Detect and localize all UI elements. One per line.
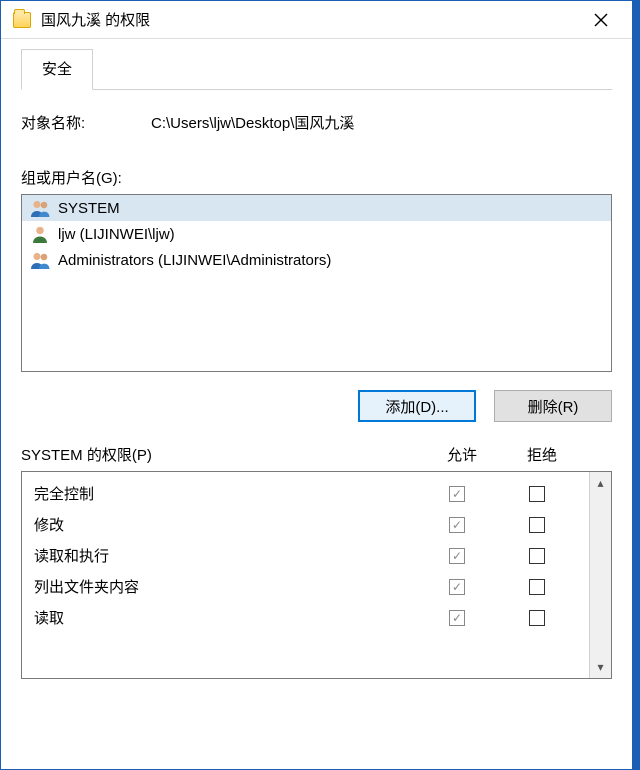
add-button[interactable]: 添加(D)... bbox=[358, 390, 476, 422]
deny-cell bbox=[497, 517, 577, 533]
permission-row: 读取和执行 bbox=[22, 540, 589, 571]
object-name-row: 对象名称: C:\Users\ljw\Desktop\国风九溪 bbox=[21, 112, 612, 133]
groups-listbox[interactable]: SYSTEM ljw (LIJINWEI\ljw) Administrators (… bbox=[21, 194, 612, 372]
permission-row: 完全控制 bbox=[22, 478, 589, 509]
allow-checkbox[interactable] bbox=[449, 610, 465, 626]
permissions-scrollbar[interactable]: ▴ ▾ bbox=[589, 472, 611, 678]
permission-row: 修改 bbox=[22, 509, 589, 540]
permission-name: 修改 bbox=[34, 514, 417, 535]
deny-checkbox[interactable] bbox=[529, 517, 545, 533]
window-title: 国风九溪 的权限 bbox=[41, 9, 150, 30]
deny-cell bbox=[497, 610, 577, 626]
allow-cell bbox=[417, 517, 497, 533]
allow-checkbox[interactable] bbox=[449, 486, 465, 502]
permissions-dialog: 国风九溪 的权限 安全 对象名称: C:\Users\ljw\Desktop\国… bbox=[0, 0, 640, 770]
column-deny: 拒绝 bbox=[502, 444, 582, 465]
deny-checkbox[interactable] bbox=[529, 610, 545, 626]
permission-name: 读取 bbox=[34, 607, 417, 628]
deny-checkbox[interactable] bbox=[529, 579, 545, 595]
scrollbar-track[interactable] bbox=[590, 494, 611, 656]
permission-name: 列出文件夹内容 bbox=[34, 576, 417, 597]
list-item[interactable]: Administrators (LIJINWEI\Administrators) bbox=[22, 247, 611, 273]
permissions-rows: 完全控制修改读取和执行列出文件夹内容读取 bbox=[22, 472, 589, 678]
allow-checkbox[interactable] bbox=[449, 548, 465, 564]
user-icon bbox=[30, 225, 50, 243]
column-allow: 允许 bbox=[422, 444, 502, 465]
list-item[interactable]: SYSTEM bbox=[22, 195, 611, 221]
list-item-label: SYSTEM bbox=[58, 200, 120, 217]
allow-checkbox[interactable] bbox=[449, 517, 465, 533]
object-name-label: 对象名称: bbox=[21, 112, 151, 133]
object-name-value: C:\Users\ljw\Desktop\国风九溪 bbox=[151, 112, 612, 133]
list-item[interactable]: ljw (LIJINWEI\ljw) bbox=[22, 221, 611, 247]
tab-security[interactable]: 安全 bbox=[21, 49, 93, 90]
deny-checkbox[interactable] bbox=[529, 548, 545, 564]
permissions-title: SYSTEM 的权限(P) bbox=[21, 444, 422, 465]
groups-label: 组或用户名(G): bbox=[21, 167, 612, 188]
scroll-down-icon[interactable]: ▾ bbox=[590, 656, 611, 678]
group-icon bbox=[30, 199, 50, 217]
permissions-header: SYSTEM 的权限(P) 允许 拒绝 bbox=[21, 444, 612, 465]
deny-cell bbox=[497, 486, 577, 502]
deny-checkbox[interactable] bbox=[529, 486, 545, 502]
remove-button[interactable]: 删除(R) bbox=[494, 390, 612, 422]
list-item-label: ljw (LIJINWEI\ljw) bbox=[58, 226, 175, 243]
folder-icon bbox=[13, 12, 31, 28]
dialog-content: 安全 对象名称: C:\Users\ljw\Desktop\国风九溪 组或用户名… bbox=[1, 39, 632, 769]
deny-cell bbox=[497, 579, 577, 595]
permissions-listbox: 完全控制修改读取和执行列出文件夹内容读取 ▴ ▾ bbox=[21, 471, 612, 679]
deny-cell bbox=[497, 548, 577, 564]
tab-strip: 安全 bbox=[21, 49, 612, 90]
allow-cell bbox=[417, 486, 497, 502]
permission-row: 读取 bbox=[22, 602, 589, 633]
allow-cell bbox=[417, 548, 497, 564]
title-bar: 国风九溪 的权限 bbox=[1, 1, 632, 39]
scroll-up-icon[interactable]: ▴ bbox=[590, 472, 611, 494]
group-icon bbox=[30, 251, 50, 269]
allow-cell bbox=[417, 579, 497, 595]
list-item-label: Administrators (LIJINWEI\Administrators) bbox=[58, 252, 331, 269]
allow-cell bbox=[417, 610, 497, 626]
permission-row: 列出文件夹内容 bbox=[22, 571, 589, 602]
permission-name: 读取和执行 bbox=[34, 545, 417, 566]
group-buttons-row: 添加(D)... 删除(R) bbox=[21, 390, 612, 422]
close-button[interactable] bbox=[580, 4, 622, 36]
permission-name: 完全控制 bbox=[34, 483, 417, 504]
close-icon bbox=[594, 13, 608, 27]
allow-checkbox[interactable] bbox=[449, 579, 465, 595]
